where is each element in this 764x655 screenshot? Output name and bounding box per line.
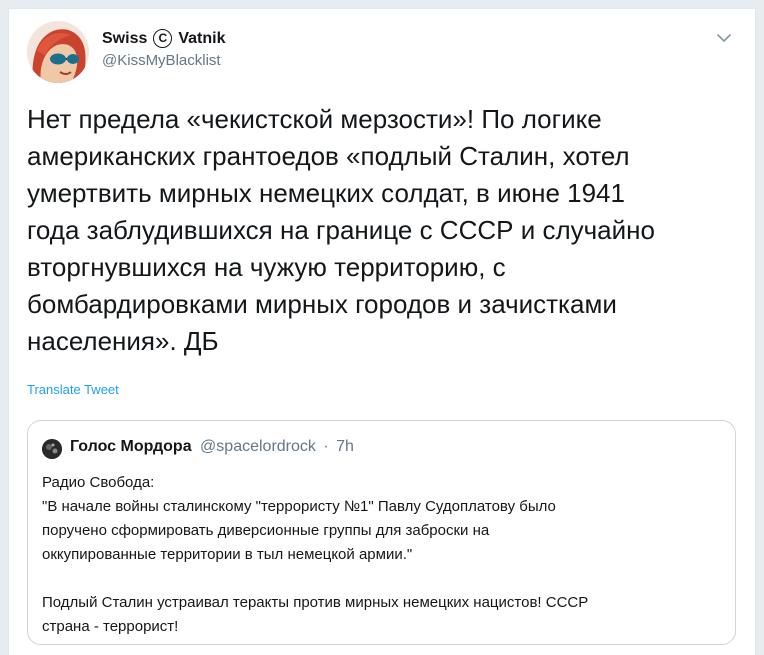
quoted-text-line: Радио Свобода: bbox=[42, 474, 155, 491]
quoted-author-name: Голос Мордора bbox=[70, 438, 192, 455]
quoted-header: Голос Мордора @spacelordrock · 7h bbox=[70, 438, 354, 456]
tweet-text-line: населения». ДБ bbox=[27, 326, 219, 356]
tweet-card: Swiss C Vatnik @KissMyBlacklist Нет пред… bbox=[8, 8, 756, 655]
quoted-author-handle: @spacelordrock bbox=[200, 438, 316, 455]
quoted-timestamp: 7h bbox=[336, 438, 354, 455]
tweet-text-line: американских грантоедов «подлый Сталин, … bbox=[27, 141, 630, 171]
separator-dot: · bbox=[323, 438, 329, 455]
author-avatar[interactable] bbox=[27, 21, 89, 83]
tweet-text-line: бомбардировками мирных городов и зачистк… bbox=[27, 289, 617, 319]
author-name[interactable]: Swiss C Vatnik bbox=[102, 29, 226, 48]
tweet-text-line: вторгнувшихся на чужую территорию, с bbox=[27, 252, 506, 282]
quoted-text-line: "В начале войны сталинскому "террористу … bbox=[42, 498, 556, 515]
tweet-text: Нет предела «чекистской мерзости»! По ло… bbox=[27, 101, 737, 360]
translate-tweet-link[interactable]: Translate Tweet bbox=[27, 382, 119, 397]
author-name-part2: Vatnik bbox=[178, 29, 226, 47]
author-handle[interactable]: @KissMyBlacklist bbox=[102, 52, 221, 69]
quoted-text-line: страна - террорист! bbox=[42, 618, 179, 635]
tweet-text-line: умертвить мирных немецких солдат, в июне… bbox=[27, 178, 625, 208]
tweet-text-line: Нет предела «чекистской мерзости»! По ло… bbox=[27, 104, 602, 134]
quoted-tweet[interactable]: Голос Мордора @spacelordrock · 7h Радио … bbox=[27, 420, 736, 645]
quoted-text-line: Подлый Сталин устраивал теракты против м… bbox=[42, 594, 589, 611]
chevron-down-icon[interactable] bbox=[715, 29, 733, 47]
quoted-text-line: поручено сформировать диверсионные групп… bbox=[42, 522, 490, 539]
quoted-author-avatar bbox=[42, 439, 62, 459]
quoted-text: Радио Свобода: "В начале войны сталинско… bbox=[42, 471, 722, 639]
tweet-text-line: года заблудившихся на границе с СССР и с… bbox=[27, 215, 655, 245]
author-name-part1: Swiss bbox=[102, 29, 148, 47]
quoted-text-line: оккупированные территории в тыл немецкой… bbox=[42, 546, 413, 563]
copyright-icon: C bbox=[153, 29, 173, 48]
